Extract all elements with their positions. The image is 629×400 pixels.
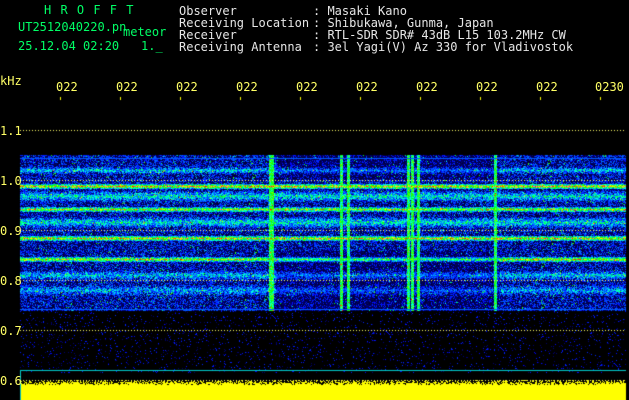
y-tick: 1.1 [0,124,22,138]
x-tick: 022 [176,80,198,94]
y-axis-unit: kHz [0,74,22,88]
x-tick: 022 [476,80,498,94]
info-value-antenna: : 3el Yagi(V) Az 330 for Vladivostok [313,40,574,54]
y-tick: 1.0 [0,174,22,188]
x-tick: 022 [356,80,378,94]
meteor-label: meteor [123,25,167,39]
frame-indicator: 1._ [141,39,163,53]
y-tick: 0.7 [0,324,22,338]
file-name: UT2512040220.pn [18,20,127,34]
datetime-label: 25.12.04 02:20 [18,39,120,53]
x-tick: 0230 [595,80,624,94]
x-tick: 022 [116,80,138,94]
x-tick: 022 [236,80,258,94]
y-tick: 0.6 [0,374,22,388]
x-tick: 022 [536,80,558,94]
x-tick: 022 [296,80,318,94]
x-tick: 022 [416,80,438,94]
y-tick: 0.9 [0,224,22,238]
spectrogram-canvas [0,0,629,400]
program-title: H R O F F T [44,3,135,17]
x-tick: 022 [56,80,78,94]
info-label-antenna: Receiving Antenna [179,40,302,54]
y-tick: 0.8 [0,274,22,288]
